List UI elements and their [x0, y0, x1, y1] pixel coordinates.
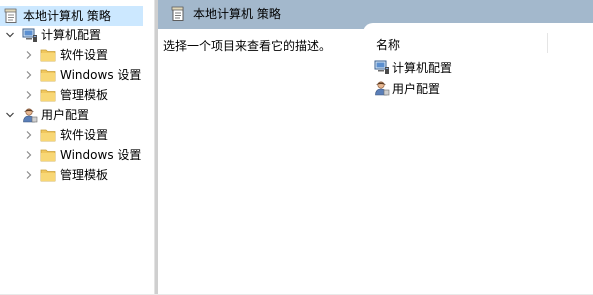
tree-item-label: 本地计算机 策略 [23, 9, 111, 23]
description-text: 选择一个项目来查看它的描述。 [163, 39, 332, 53]
tree-item-label: 管理模板 [60, 88, 109, 102]
policy-document-icon [171, 6, 184, 21]
chevron-right-icon[interactable] [24, 70, 34, 80]
column-header-name[interactable]: 名称 [376, 36, 400, 53]
chevron-down-icon[interactable] [5, 30, 15, 40]
policy-document-icon [4, 8, 17, 23]
folder-icon [40, 69, 56, 82]
folder-icon [40, 149, 56, 162]
chevron-down-icon[interactable] [5, 110, 15, 120]
tree-item-label: 管理模板 [60, 168, 109, 182]
user-icon [23, 108, 38, 123]
list-item-label: 计算机配置 [392, 60, 453, 75]
tree-item-label: 用户配置 [41, 108, 90, 122]
tree-item-windows-settings[interactable]: Windows 设置 [0, 145, 150, 165]
folder-icon [40, 169, 56, 182]
list-item-computer-config[interactable]: 计算机配置 [374, 57, 452, 77]
folder-icon [40, 89, 56, 102]
chevron-right-icon[interactable] [24, 170, 34, 180]
tree-item-software-settings[interactable]: 软件设置 [0, 45, 150, 65]
navigation-tree: 本地计算机 策略 计算机配置 软件设置 Windows 设置 管理模板 用户配置… [0, 0, 154, 295]
tree-item-label: 软件设置 [60, 48, 109, 62]
tree-item-computer-config[interactable]: 计算机配置 [0, 25, 150, 45]
folder-icon [40, 129, 56, 142]
group-policy-editor-window: 本地计算机 策略 计算机配置 软件设置 Windows 设置 管理模板 用户配置… [0, 0, 593, 295]
computer-icon [22, 28, 37, 42]
chevron-right-icon[interactable] [24, 50, 34, 60]
chevron-right-icon[interactable] [24, 130, 34, 140]
list-item-user-config[interactable]: 用户配置 [374, 78, 440, 98]
column-divider[interactable] [547, 33, 548, 53]
tree-item-admin-templates[interactable]: 管理模板 [0, 85, 150, 105]
folder-icon [40, 49, 56, 62]
tree-item-windows-settings[interactable]: Windows 设置 [0, 65, 150, 85]
tree-item-label: Windows 设置 [60, 68, 142, 82]
tree-item-local-computer-policy[interactable]: 本地计算机 策略 [0, 6, 143, 26]
computer-icon [374, 60, 389, 74]
user-icon [375, 81, 390, 96]
chevron-right-icon[interactable] [24, 150, 34, 160]
tree-item-user-config[interactable]: 用户配置 [0, 105, 150, 125]
tree-item-label: Windows 设置 [60, 148, 142, 162]
tree-item-admin-templates[interactable]: 管理模板 [0, 165, 150, 185]
content-pane: 本地计算机 策略 选择一个项目来查看它的描述。 名称 计算机配置 用户配置 [158, 0, 593, 295]
tree-item-label: 软件设置 [60, 128, 109, 142]
tree-item-label: 计算机配置 [41, 28, 102, 42]
list-item-label: 用户配置 [392, 81, 441, 96]
chevron-right-icon[interactable] [24, 90, 34, 100]
tree-item-software-settings[interactable]: 软件设置 [0, 125, 150, 145]
content-title: 本地计算机 策略 [193, 7, 281, 21]
item-list: 名称 计算机配置 用户配置 [363, 23, 593, 295]
